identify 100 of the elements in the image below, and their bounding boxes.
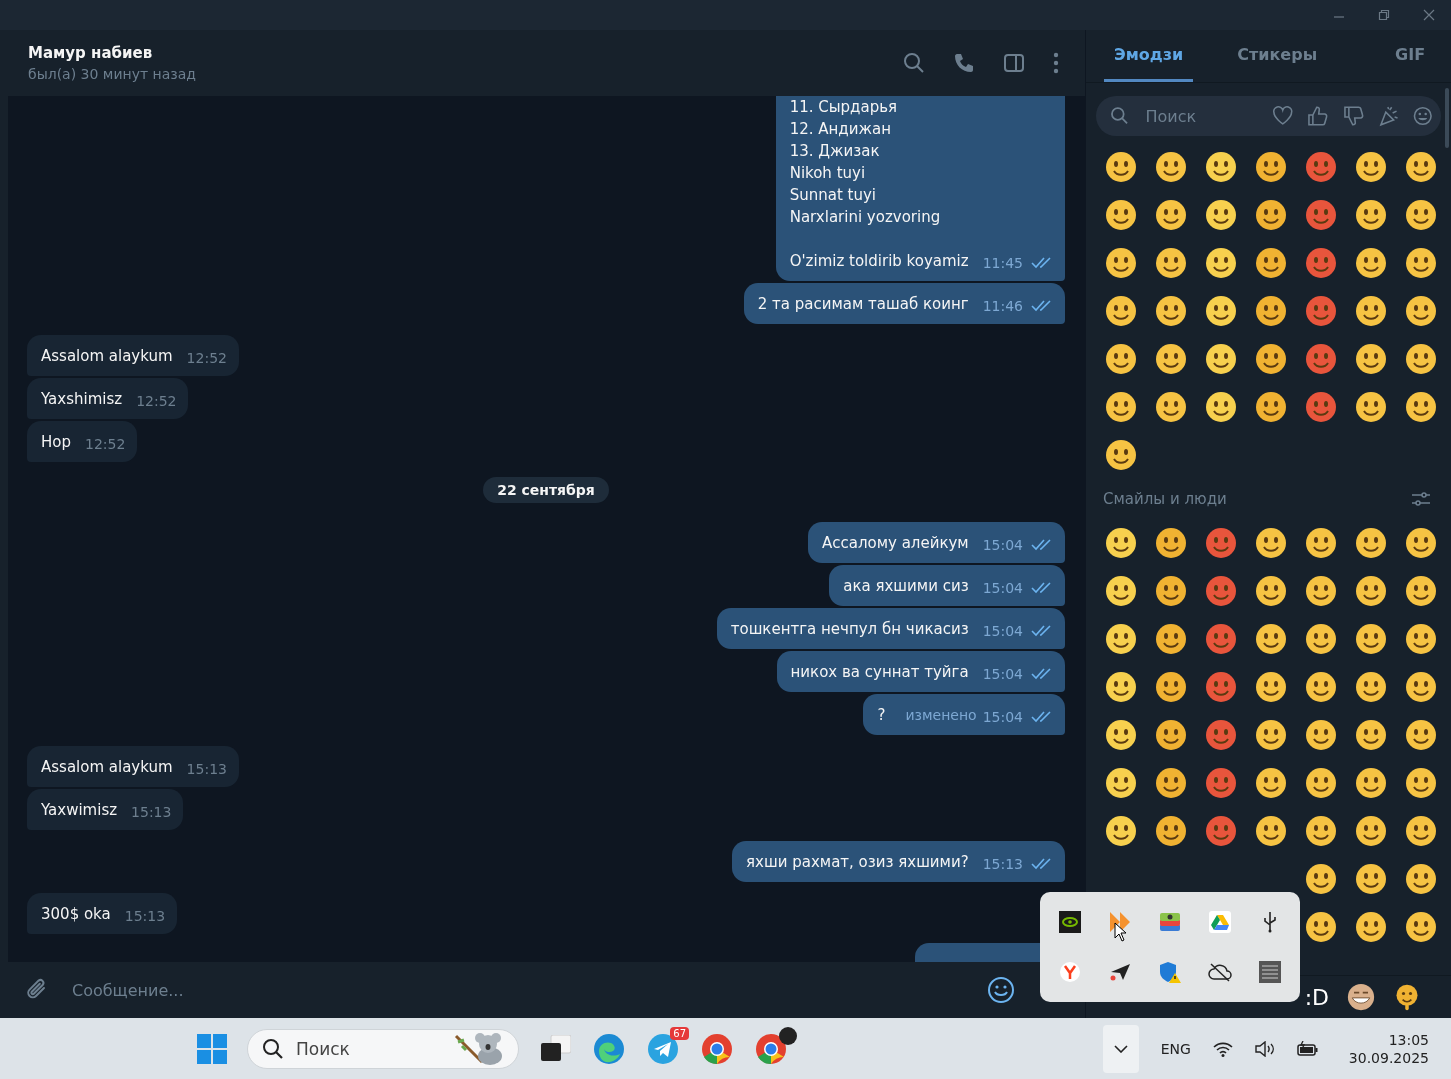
emoji-icon[interactable] [1105,527,1137,559]
emoji-icon[interactable] [1155,343,1187,375]
emoji-icon[interactable] [1155,575,1187,607]
task-view-icon[interactable] [541,1034,571,1063]
emoji-icon[interactable] [1105,439,1137,471]
emoji-icon[interactable] [1355,815,1387,847]
emoji-icon[interactable] [1405,911,1437,943]
emoji-icon[interactable] [1205,295,1237,327]
emoji-icon[interactable] [1155,719,1187,751]
emoji-icon[interactable] [1305,151,1337,183]
emoji-icon[interactable] [1255,527,1287,559]
emoji-icon[interactable] [1155,623,1187,655]
taskbar-search-input[interactable]: Поиск [294,1037,444,1060]
sliders-icon[interactable] [1411,490,1431,508]
emoji-icon[interactable] [1405,343,1437,375]
panel-tab[interactable]: GIF [1385,30,1436,82]
emoji-icon[interactable] [1405,295,1437,327]
emoji-icon[interactable] [1205,151,1237,183]
emoji-icon[interactable] [1305,199,1337,231]
emoji-icon[interactable] [1405,719,1437,751]
emoji-icon[interactable] [1305,863,1337,895]
emoji-icon[interactable] [1355,295,1387,327]
emoji-icon[interactable] [1205,343,1237,375]
emoji-icon[interactable] [1205,671,1237,703]
emoji-icon[interactable] [1105,199,1137,231]
emoji-icon[interactable] [1205,247,1237,279]
emoji-icon[interactable] [1205,527,1237,559]
emoji-icon[interactable] [1405,151,1437,183]
emoji-icon[interactable] [1105,343,1137,375]
emoji-icon[interactable] [1255,767,1287,799]
panel-tab[interactable]: Стикеры [1227,30,1328,82]
thumbs-up-icon[interactable] [1307,105,1329,127]
emoji-icon[interactable] [1355,863,1387,895]
emoji-icon[interactable] [1155,815,1187,847]
emoji-icon[interactable] [1405,199,1437,231]
party-popper-icon[interactable] [1378,105,1400,127]
emoji-icon[interactable] [1405,671,1437,703]
layers-icon[interactable] [1158,910,1182,934]
emoji-icon[interactable] [1155,151,1187,183]
chevron-logo-icon[interactable] [1108,910,1132,934]
triangle-logo-icon[interactable] [1209,911,1231,933]
emoji-icon[interactable] [1355,527,1387,559]
close-icon[interactable] [1423,9,1435,21]
emoji-icon[interactable] [1255,575,1287,607]
emoji-icon[interactable] [1305,575,1337,607]
sidebar-toggle-icon[interactable] [1003,52,1025,74]
emoji-icon[interactable] [1355,911,1387,943]
emoji-icon[interactable] [1155,767,1187,799]
shield-warning-icon[interactable] [1158,960,1182,984]
emoji-icon[interactable] [1305,295,1337,327]
emoji-icon[interactable] [1105,719,1137,751]
emoji-icon[interactable] [1305,815,1337,847]
emoji-icon[interactable] [1305,391,1337,423]
emoji-icon[interactable] [1305,623,1337,655]
emoji-icon[interactable] [1355,767,1387,799]
emoji-icon[interactable] [1405,863,1437,895]
usb-icon[interactable] [1263,911,1277,933]
emoji-icon[interactable] [1355,623,1387,655]
restore-icon[interactable] [1378,9,1390,21]
emoji-icon[interactable] [1255,391,1287,423]
emoji-icon[interactable] [1205,815,1237,847]
emoji-search-input[interactable]: Поиск [1143,105,1258,127]
emoji-icon[interactable] [1305,343,1337,375]
emoji-icon[interactable] [1205,767,1237,799]
scrollbar[interactable] [1445,88,1449,148]
emoji-icon[interactable] [1105,247,1137,279]
emoji-icon[interactable] [1155,671,1187,703]
wave-logo-icon[interactable] [593,1032,625,1065]
emoji-icon[interactable] [1255,623,1287,655]
thumbs-down-icon[interactable] [1342,105,1364,127]
emoji-icon[interactable] [1155,391,1187,423]
emoji-icon[interactable] [1355,247,1387,279]
emoji-icon[interactable] [1255,815,1287,847]
emoji-icon[interactable] [1405,623,1437,655]
emoji-icon[interactable] [1305,767,1337,799]
emoji-icon[interactable] [1405,247,1437,279]
emoji-icon[interactable] [1255,343,1287,375]
emoji-icon[interactable] [1305,671,1337,703]
emoji-icon[interactable] [1155,247,1187,279]
emoji-icon[interactable] [1355,391,1387,423]
emoji-icon[interactable] [1305,911,1337,943]
emoji-icon[interactable] [1355,671,1387,703]
volume-icon[interactable] [1254,1040,1275,1057]
emoji-icon[interactable] [1255,151,1287,183]
emoji-icon[interactable] [1105,295,1137,327]
emoji-icon[interactable] [1255,671,1287,703]
emoji-icon[interactable] [1155,527,1187,559]
emoji-icon[interactable] [1155,295,1187,327]
emoji-icon[interactable] [1205,623,1237,655]
wifi-icon[interactable] [1212,1040,1233,1057]
emoji-icon[interactable] [1205,199,1237,231]
emoji-icon[interactable] [1205,719,1237,751]
language-indicator[interactable]: ENG [1160,1040,1191,1057]
circle-logo-icon[interactable] [755,1032,787,1065]
emoji-icon[interactable] [1405,575,1437,607]
emoji-icon[interactable] [1255,295,1287,327]
emoji-icon[interactable] [1205,391,1237,423]
search-icon[interactable] [903,52,925,74]
emoji-icon[interactable] [1155,199,1187,231]
more-options-icon[interactable] [1053,52,1059,74]
